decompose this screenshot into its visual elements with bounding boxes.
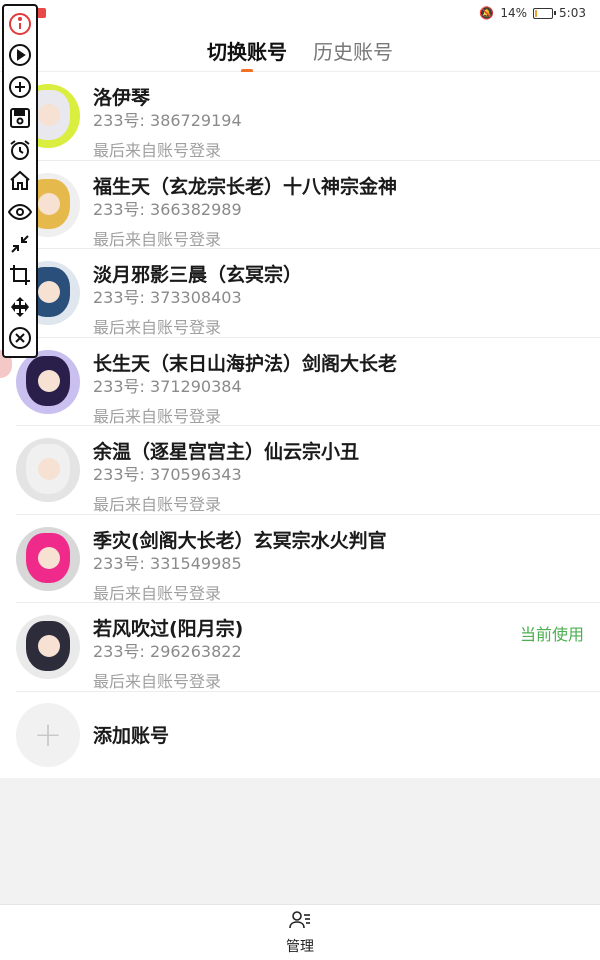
shrink-icon[interactable] [7, 231, 33, 257]
alarm-icon[interactable] [7, 137, 33, 163]
account-name: 洛伊琴 [93, 87, 151, 109]
account-id: 233号: 296263822 [93, 642, 242, 661]
plus-icon: + [16, 702, 80, 767]
add-account-button[interactable]: + 添加账号 [0, 692, 600, 778]
clock: 5:03 [559, 6, 586, 20]
mute-icon: 🔕 [479, 6, 495, 20]
last-login: 最后来自账号登录 [93, 141, 222, 160]
battery-text: 14% [500, 6, 528, 20]
account-name: 季灾(剑阁大长老）玄冥宗水火判官 [93, 529, 387, 552]
account-tabs: 切换账号 历史账号 [0, 26, 600, 73]
last-login: 最后来自账号登录 [93, 495, 222, 514]
add-account-label: 添加账号 [93, 725, 170, 747]
nav-label: 管理 [286, 938, 314, 955]
home-icon[interactable] [7, 168, 33, 194]
last-login: 最后来自账号登录 [93, 406, 222, 426]
eye-icon[interactable] [7, 199, 33, 225]
avatar [16, 349, 80, 414]
tab-label: 历史账号 [313, 40, 393, 64]
play-icon[interactable] [7, 42, 33, 68]
crop-icon[interactable] [7, 262, 33, 288]
status-bar: 🔕 14% 5:03 [0, 0, 600, 26]
account-item[interactable]: 福生天（玄龙宗长老）十八神宗金神 233号: 366382989 最后来自账号登… [0, 161, 600, 250]
bottom-nav: 管理 [0, 904, 600, 960]
account-list: 洛伊琴 233号: 386729194 最后来自账号登录 福生天（玄龙宗长老）十… [0, 72, 600, 778]
account-item[interactable]: 余温（逐星宫宫主）仙云宗小丑 233号: 370596343 最后来自账号登录 [0, 426, 600, 515]
account-name: 福生天（玄龙宗长老）十八神宗金神 [93, 175, 398, 198]
last-login: 最后来自账号登录 [93, 583, 222, 603]
avatar [16, 438, 80, 502]
user-manage-icon [289, 910, 311, 934]
account-item[interactable]: 长生天（末日山海护法）剑阁大长老 233号: 371290384 最后来自账号登… [0, 338, 600, 427]
close-circle-icon[interactable] [7, 325, 33, 351]
account-name: 余温（逐星宫宫主）仙云宗小丑 [93, 441, 360, 463]
account-item[interactable]: 洛伊琴 233号: 386729194 最后来自账号登录 [0, 72, 600, 161]
plus-circle-icon[interactable] [7, 74, 33, 100]
account-item[interactable]: 季灾(剑阁大长老）玄冥宗水火判官 233号: 331549985 最后来自账号登… [0, 515, 600, 604]
floating-toolbar [2, 4, 38, 358]
account-id: 233号: 331549985 [93, 553, 242, 573]
save-icon[interactable] [7, 105, 33, 131]
avatar [16, 526, 80, 591]
last-login: 最后来自账号登录 [93, 229, 222, 249]
tab-label: 切换账号 [207, 40, 287, 64]
account-name: 长生天（末日山海护法）剑阁大长老 [93, 352, 398, 375]
account-item[interactable]: 淡月邪影三晨（玄冥宗） 233号: 373308403 最后来自账号登录 [0, 249, 600, 338]
account-item-current[interactable]: 若风吹过(阳月宗) 233号: 296263822 最后来自账号登录 当前使用 [0, 603, 600, 692]
account-id: 233号: 370596343 [93, 465, 242, 484]
current-account-badge: 当前使用 [519, 625, 584, 644]
battery-icon [533, 7, 557, 19]
account-id: 233号: 386729194 [93, 111, 242, 130]
avatar [16, 615, 80, 679]
status-right: 🔕 14% 5:03 [479, 6, 586, 20]
nav-manage[interactable]: 管理 [286, 910, 314, 956]
account-id: 233号: 366382989 [93, 199, 242, 219]
last-login: 最后来自账号登录 [93, 672, 222, 691]
account-name: 淡月邪影三晨（玄冥宗） [93, 264, 303, 286]
tab-switch-account[interactable]: 切换账号 [207, 36, 287, 73]
info-icon[interactable] [7, 11, 33, 37]
tab-history-account[interactable]: 历史账号 [313, 36, 393, 65]
account-id: 233号: 373308403 [93, 288, 242, 307]
last-login: 最后来自账号登录 [93, 318, 222, 337]
move-icon[interactable] [7, 294, 33, 320]
account-id: 233号: 371290384 [93, 376, 242, 396]
